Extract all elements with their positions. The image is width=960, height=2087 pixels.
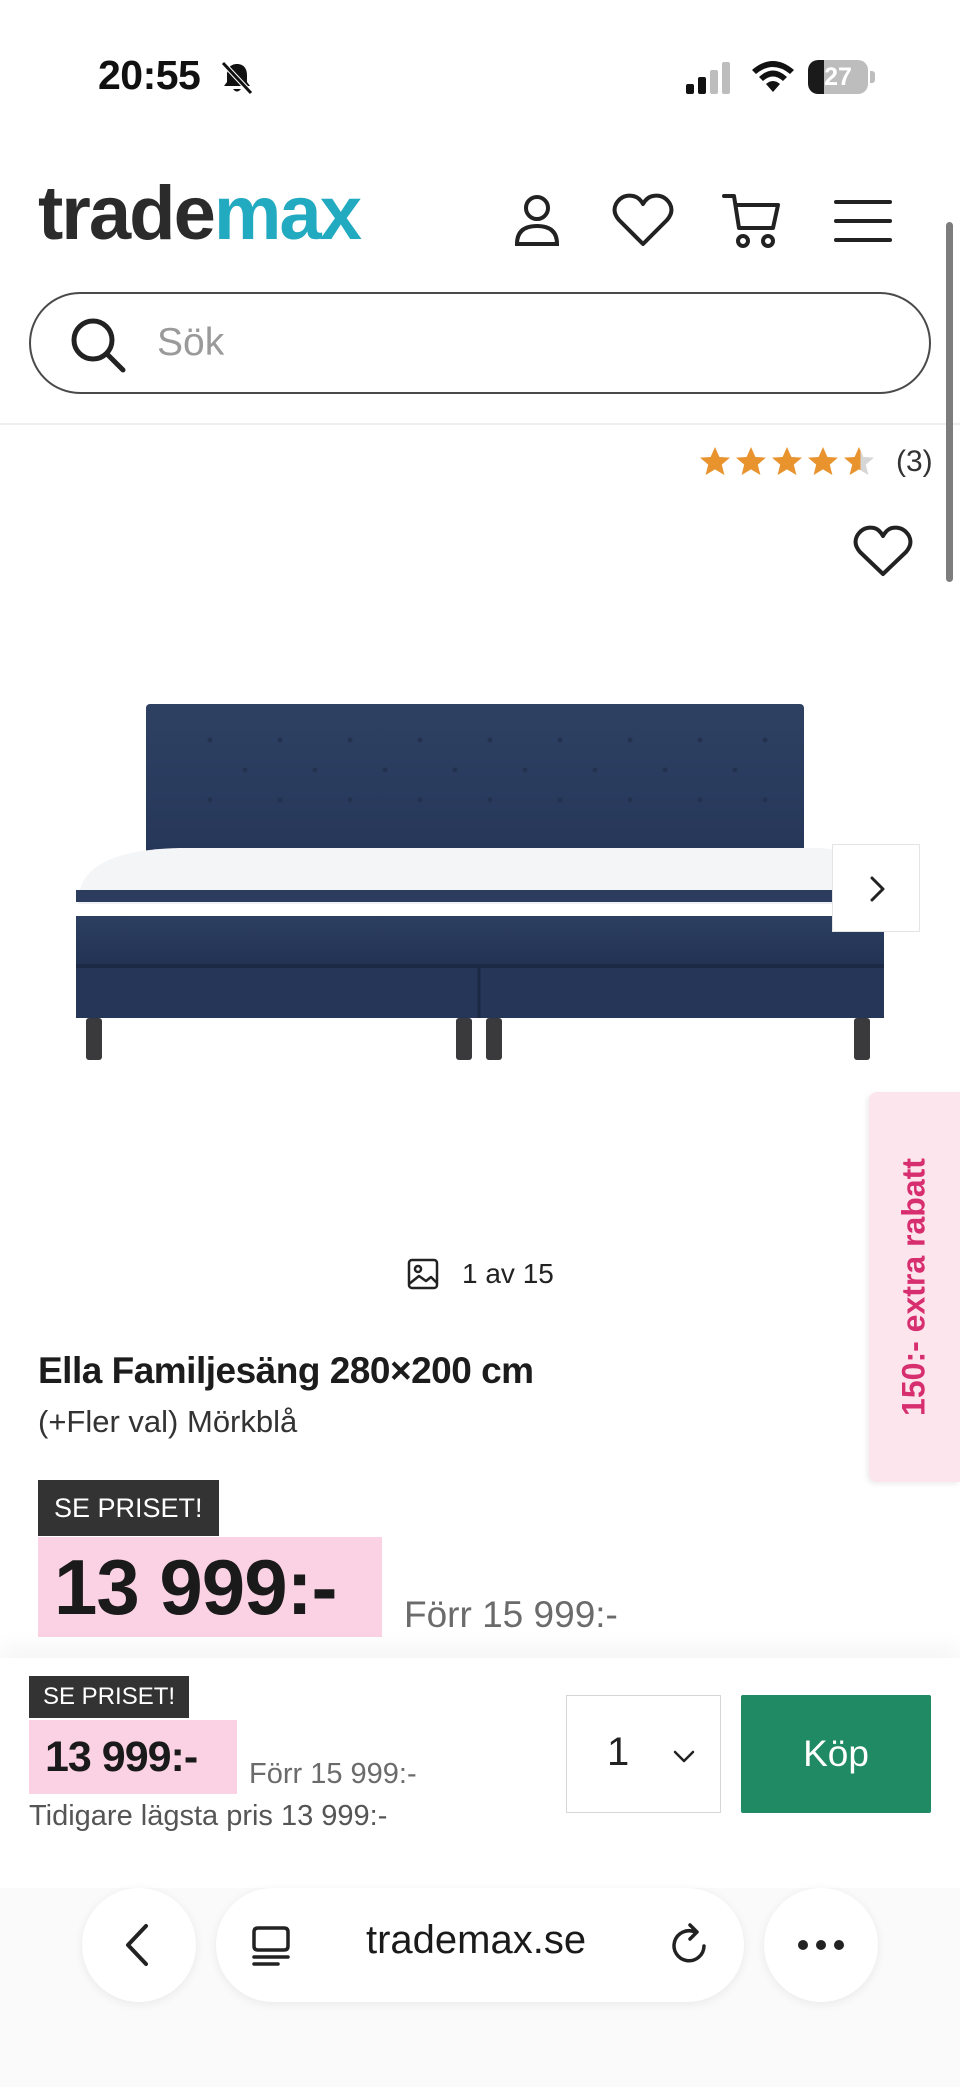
menu-icon[interactable] [830,188,896,254]
rating-stars [698,445,876,479]
browser-more-button[interactable] [764,1888,878,2002]
cart-icon[interactable] [718,188,784,254]
product-title: Ella Familjesäng 280×200 cm [38,1350,534,1391]
star-icon [772,447,802,475]
account-icon[interactable] [504,188,570,254]
star-icon [808,447,838,475]
logo-text-trade: trade [38,171,216,256]
promo-text: 150:- extra rabatt [895,1158,932,1416]
quantity-select[interactable]: 1 [566,1695,721,1813]
wishlist-icon[interactable] [610,188,676,254]
reload-icon[interactable] [668,1922,712,1968]
favorite-heart-icon[interactable] [852,522,914,580]
product-image-bed[interactable] [60,690,900,1090]
browser-toolbar: trademax.se [0,1888,960,2087]
image-counter: 1 av 15 [406,1254,554,1294]
scrollbar-thumb[interactable] [946,222,953,582]
quantity-value: 1 [607,1730,630,1774]
search-input[interactable] [157,314,857,372]
site-header: trademax [0,170,960,270]
image-counter-text: 1 av 15 [462,1258,554,1289]
promo-discount-tab[interactable]: 150:- extra rabatt [869,1092,960,1482]
signal-icon [686,62,730,94]
sticky-old-price: Förr 15 999:- [249,1758,417,1790]
search-bar[interactable] [29,292,931,394]
star-icon [700,447,730,475]
address-bar[interactable]: trademax.se [216,1888,744,2002]
logo-text-max: max [213,171,362,256]
product-variant[interactable]: (+Fler val) Mörkblå [38,1404,297,1440]
old-price: Förr 15 999:- [404,1594,618,1635]
star-icon [736,447,766,475]
trademax-logo[interactable]: trademax [38,176,362,252]
bell-muted-icon [221,61,253,95]
sticky-price-badge: SE PRISET! [29,1676,190,1718]
sticky-price: 13 999:- [29,1720,237,1794]
chevron-right-icon [870,876,885,902]
reader-tabs-icon[interactable] [250,1924,292,1968]
chevron-left-icon [126,1924,148,1966]
header-divider [0,423,960,425]
rating-count: (3) [896,445,933,478]
browser-back-button[interactable] [82,1888,196,2002]
sticky-buy-bar: SE PRISET! 13 999:- Förr 15 999:- Tidiga… [0,1658,960,1888]
image-next-button[interactable] [832,844,920,932]
chevron-down-icon [673,1750,695,1763]
status-bar: 20:55 27 [0,0,960,140]
lowest-price-note: Tidigare lägsta pris 13 999:- [29,1800,388,1832]
product-price: 13 999:- [38,1537,382,1637]
ellipsis-icon [798,1940,844,1950]
image-gallery-icon [407,1258,439,1290]
status-time: 20:55 [98,52,201,98]
star-half-icon [844,447,874,475]
price-badge: SE PRISET! [38,1480,219,1536]
url-text: trademax.se [366,1918,587,1962]
wifi-icon [752,61,794,92]
battery-indicator: 27 [808,60,876,94]
product-rating[interactable]: (3) [698,440,933,484]
search-icon[interactable] [69,316,127,374]
buy-button[interactable]: Köp [741,1695,931,1813]
